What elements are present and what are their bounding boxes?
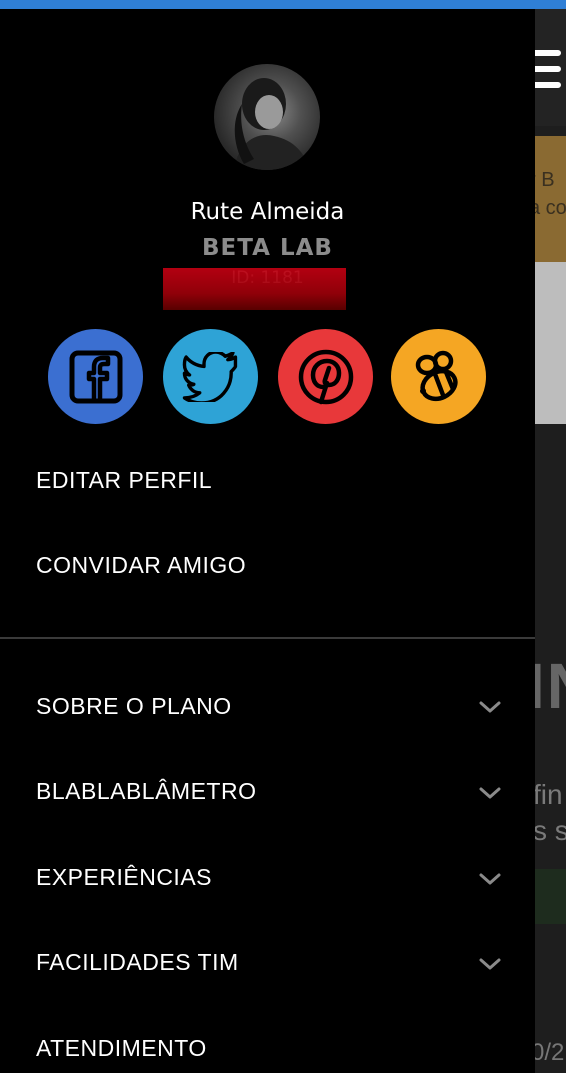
chevron-down-icon[interactable] — [478, 785, 502, 801]
chevron-down-icon[interactable] — [478, 871, 502, 887]
background-banner: r B a co — [535, 136, 566, 262]
avatar[interactable] — [214, 64, 320, 170]
chevron-down-icon[interactable] — [478, 699, 502, 715]
bee-button[interactable] — [391, 329, 486, 424]
invite-friend-link[interactable]: CONVIDAR AMIGO — [36, 552, 506, 579]
twitter-button[interactable] — [163, 329, 258, 424]
background-image-block — [535, 262, 566, 424]
menu-item-atendimento[interactable]: ATENDIMENTO — [36, 1035, 506, 1062]
profile-name: Rute Almeida — [190, 199, 345, 225]
background-page: r B a co IN fin s s 0/2 — [535, 9, 566, 1073]
pinterest-icon — [298, 349, 353, 404]
menu-item-experiencias[interactable]: EXPERIÊNCIAS — [36, 864, 506, 891]
menu-item-blablablametro[interactable]: BLABLABLÂMETRO — [36, 778, 506, 805]
menu-item-facilidades-tim[interactable]: FACILIDADES TIM — [36, 949, 506, 976]
facebook-button[interactable] — [48, 329, 143, 424]
profile-plan: BETA LAB — [202, 235, 333, 261]
menu-item-sobre-o-plano[interactable]: SOBRE O PLANO — [36, 693, 506, 720]
redaction-mark — [163, 268, 346, 310]
facebook-icon — [69, 350, 122, 403]
background-banner-line-1: r B — [535, 169, 555, 191]
background-date-fragment: 0/2 — [535, 1039, 565, 1066]
navigation-drawer: Rute Almeida BETA LAB ID: 1181 EDITAR PE… — [0, 9, 535, 1073]
twitter-icon — [182, 351, 237, 402]
menu-divider — [0, 637, 535, 639]
pinterest-button[interactable] — [278, 329, 373, 424]
background-banner-line-2: a co — [535, 197, 566, 219]
edit-profile-link[interactable]: EDITAR PERFIL — [36, 467, 506, 494]
background-side-line-1: fin — [535, 779, 563, 810]
chevron-down-icon[interactable] — [478, 956, 502, 972]
background-side-line-2: s s — [535, 815, 566, 846]
avatar-photo — [234, 78, 309, 170]
background-side-text: fin s s — [535, 777, 566, 849]
top-accent-bar — [0, 0, 566, 9]
background-big-text: IN — [535, 650, 566, 722]
bee-icon — [415, 350, 458, 401]
background-green-block — [535, 869, 566, 924]
